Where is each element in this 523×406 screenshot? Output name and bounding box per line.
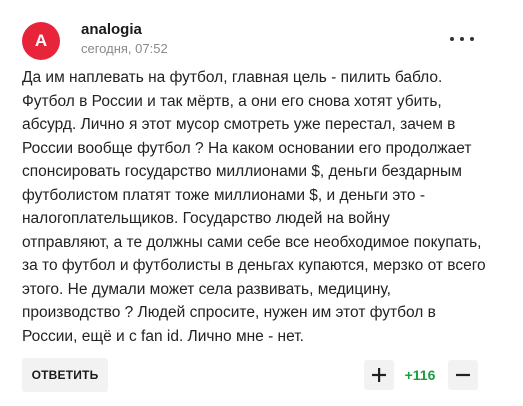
comment-text: Да им наплевать на футбол, главная цель … [22, 69, 486, 345]
username[interactable]: analogia [81, 21, 142, 39]
reply-button[interactable]: ОТВЕТИТЬ [22, 358, 108, 392]
minus-icon [456, 373, 470, 377]
more-horizontal-icon [446, 37, 478, 41]
avatar-letter: A [34, 31, 48, 50]
timestamp: сегодня, 07:52 [81, 41, 168, 56]
comment-card: A analogia сегодня, 07:52 Да им наплеват… [0, 0, 523, 406]
vote-count: +116 [404, 367, 436, 383]
more-options-button[interactable] [446, 30, 478, 48]
plus-icon [372, 368, 386, 382]
downvote-button[interactable] [448, 360, 478, 390]
upvote-button[interactable] [364, 360, 394, 390]
avatar[interactable]: A [22, 22, 60, 60]
